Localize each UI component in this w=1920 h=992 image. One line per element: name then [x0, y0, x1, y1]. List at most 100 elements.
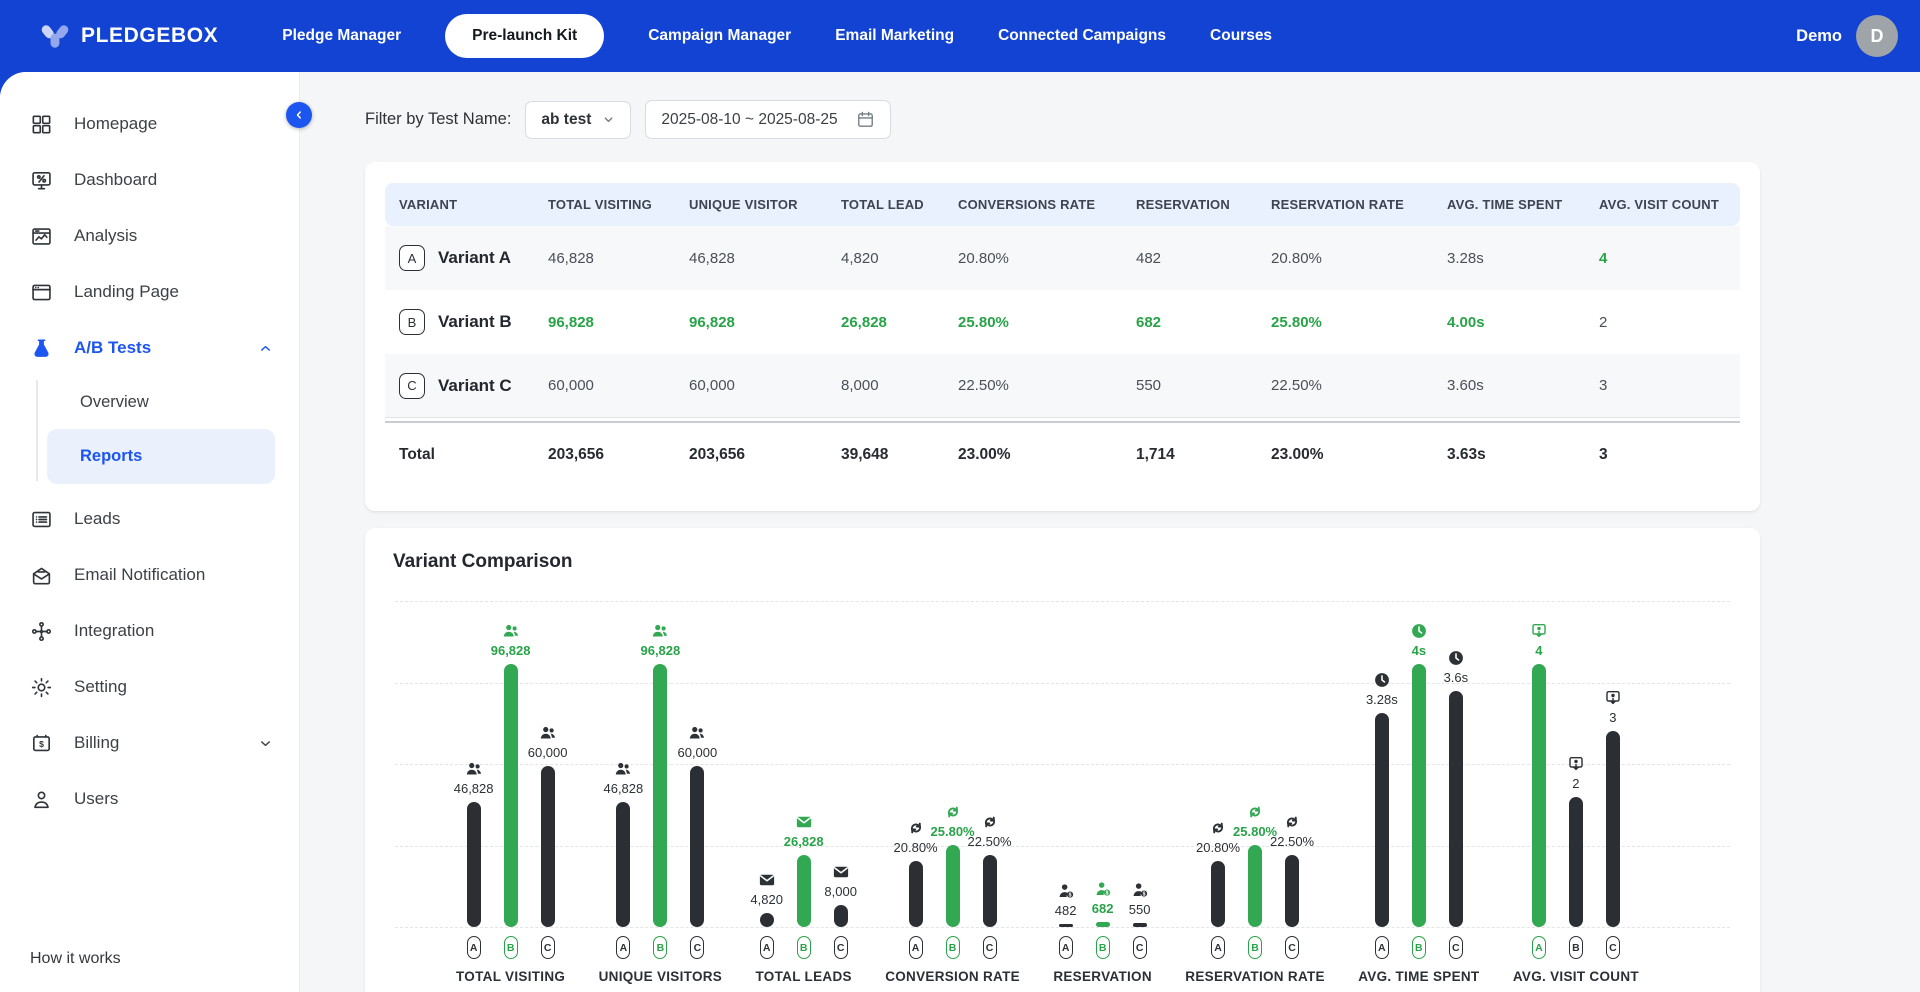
sidebar-item-dashboard[interactable]: Dashboard — [0, 152, 299, 208]
sidebar-item-landing-page[interactable]: Landing Page — [0, 264, 299, 320]
nav-item-campaign-manager[interactable]: Campaign Manager — [648, 27, 791, 45]
column-header-reservation-rate: RESERVATION RATE — [1257, 183, 1433, 226]
page-body: HomepageDashboardAnalysisLanding Page A/B… — [0, 72, 1920, 992]
user-menu[interactable]: Demo D — [1796, 15, 1898, 57]
sidebar-item-email-notification[interactable]: Email Notification — [0, 547, 299, 603]
bar-column-c: 60,000 — [541, 724, 555, 927]
sidebar-item-users[interactable]: Users — [0, 771, 299, 827]
group-category-label: RESERVATION — [1053, 969, 1152, 984]
sidebar-subitem-reports[interactable]: Reports — [47, 429, 275, 484]
pledgebox-brand[interactable]: PLEDGEBOX — [40, 21, 218, 51]
nav-item-email-marketing[interactable]: Email Marketing — [835, 27, 954, 45]
axis-variant-badge-c: C — [834, 936, 848, 959]
chart-bar-variant-c — [541, 766, 555, 927]
table-cell: 46,828 — [534, 226, 675, 290]
group-bars: 20.80%25.80%22.50% — [1211, 601, 1299, 927]
nav-item-connected-campaigns[interactable]: Connected Campaigns — [998, 27, 1166, 45]
nav-items: Pledge Manager Pre-launch Kit Campaign Man… — [282, 14, 1796, 58]
sidebar-item-ab-tests[interactable]: A/B Tests — [0, 320, 299, 376]
bar-column-a: 4 — [1532, 622, 1546, 927]
bar-value-label: 26,828 — [784, 834, 824, 849]
bar-label-group: 60,000 — [528, 724, 568, 760]
visit-icon — [1604, 689, 1622, 707]
chart-group-avg-visit-count: 423ABCAVG. VISIT COUNT — [1513, 601, 1639, 984]
variant-comparison-card: Variant Comparison 46,82896,82860,000ABC… — [365, 528, 1760, 992]
bar-label-group: 3 — [1604, 689, 1622, 725]
nav-item-pledge-manager[interactable]: Pledge Manager — [282, 27, 401, 45]
sidebar-item-setting[interactable]: Setting — [0, 659, 299, 715]
badge-slot: B — [946, 936, 960, 959]
person-dollar-icon: $ — [1131, 881, 1149, 899]
axis-variant-badge-a: A — [616, 936, 630, 959]
bar-column-c: 22.50% — [1285, 813, 1299, 927]
chart-group-reservation: $482$682$550ABCRESERVATION — [1053, 601, 1152, 984]
billing-icon: $ — [30, 732, 53, 755]
badge-slot: C — [541, 936, 555, 959]
chart-title: Variant Comparison — [393, 551, 1732, 573]
table-cell: 4 — [1585, 226, 1740, 290]
group-variant-badges: ABC — [760, 936, 848, 959]
badge-slot: C — [1606, 936, 1620, 959]
axis-variant-badge-b: B — [797, 936, 811, 959]
axis-variant-badge-a: A — [1211, 936, 1225, 959]
sidebar-item-analysis[interactable]: Analysis — [0, 208, 299, 264]
table-cell: 3 — [1585, 354, 1740, 418]
bar-value-label: 22.50% — [1270, 834, 1314, 849]
axis-variant-badge-b: B — [946, 936, 960, 959]
test-name-select[interactable]: ab test — [525, 101, 631, 139]
sidebar-item-billing[interactable]: $Billing — [0, 715, 299, 771]
rate-icon — [944, 803, 962, 821]
axis-variant-badge-b: B — [1412, 936, 1426, 959]
person-dollar-icon: $ — [1057, 882, 1075, 900]
people-icon — [539, 724, 557, 742]
group-variant-badges: ABC — [1375, 936, 1463, 959]
total-cell: 39,648 — [827, 421, 944, 487]
bar-label-group: $550 — [1129, 881, 1151, 917]
chart-group-total-leads: 4,82026,8288,000ABCTOTAL LEADS — [756, 601, 852, 984]
group-variant-badges: ABC — [1211, 936, 1299, 959]
date-range-picker[interactable]: 2025-08-10 ~ 2025-08-25 — [645, 100, 890, 139]
bar-column-b: 25.80% — [1248, 803, 1262, 927]
table-row-variant-c: CVariant C60,00060,0008,00022.50%55022.5… — [385, 354, 1740, 418]
total-cell: 1,714 — [1122, 421, 1257, 487]
table-cell: 20.80% — [1257, 226, 1433, 290]
group-category-label: AVG. TIME SPENT — [1358, 969, 1479, 984]
sidebar-collapse-button[interactable] — [286, 102, 312, 128]
chart-groups: 46,82896,82860,000ABCTOTAL VISITING46,82… — [393, 601, 1732, 984]
bar-label-group: 3.28s — [1366, 671, 1398, 707]
calendar-icon — [856, 110, 875, 129]
badge-slot: B — [653, 936, 667, 959]
chart-group-total-visiting: 46,82896,82860,000ABCTOTAL VISITING — [456, 601, 565, 984]
rate-icon — [1209, 819, 1227, 837]
nav-item-pre-launch-kit[interactable]: Pre-launch Kit — [445, 14, 604, 58]
visit-icon — [1530, 622, 1548, 640]
total-cell: 3 — [1585, 421, 1740, 487]
chevron-down-icon — [258, 736, 273, 751]
chart-bar-variant-b — [797, 855, 811, 927]
sidebar-item-homepage[interactable]: Homepage — [0, 96, 299, 152]
axis-variant-badge-c: C — [690, 936, 704, 959]
sidebar-item-integration[interactable]: Integration — [0, 603, 299, 659]
group-category-label: AVG. VISIT COUNT — [1513, 969, 1639, 984]
rate-icon — [981, 813, 999, 831]
how-it-works-link[interactable]: How it works — [0, 950, 299, 992]
bar-column-b: 26,828 — [797, 813, 811, 927]
bar-column-c: $550 — [1133, 881, 1147, 927]
total-cell: 3.63s — [1433, 421, 1585, 487]
nav-item-courses[interactable]: Courses — [1210, 27, 1272, 45]
bar-value-label: 20.80% — [1196, 840, 1240, 855]
sidebar-subitem-overview[interactable]: Overview — [0, 378, 299, 426]
sidebar-item-label: A/B Tests — [74, 338, 151, 358]
axis-variant-badge-a: A — [909, 936, 923, 959]
group-bars: 46,82896,82860,000 — [616, 601, 704, 927]
people-icon — [614, 760, 632, 778]
chart-bar-variant-a — [1375, 713, 1389, 927]
sidebar-item-leads[interactable]: Leads — [0, 491, 299, 547]
badge-slot: A — [467, 936, 481, 959]
bar-value-label: 3.6s — [1444, 670, 1469, 685]
group-bars: $482$682$550 — [1059, 601, 1147, 927]
variant-cell: CVariant C — [399, 373, 528, 399]
bar-column-a: 4,820 — [760, 871, 774, 927]
bar-value-label: 46,828 — [603, 781, 643, 796]
chart-bar-variant-a — [909, 861, 923, 927]
